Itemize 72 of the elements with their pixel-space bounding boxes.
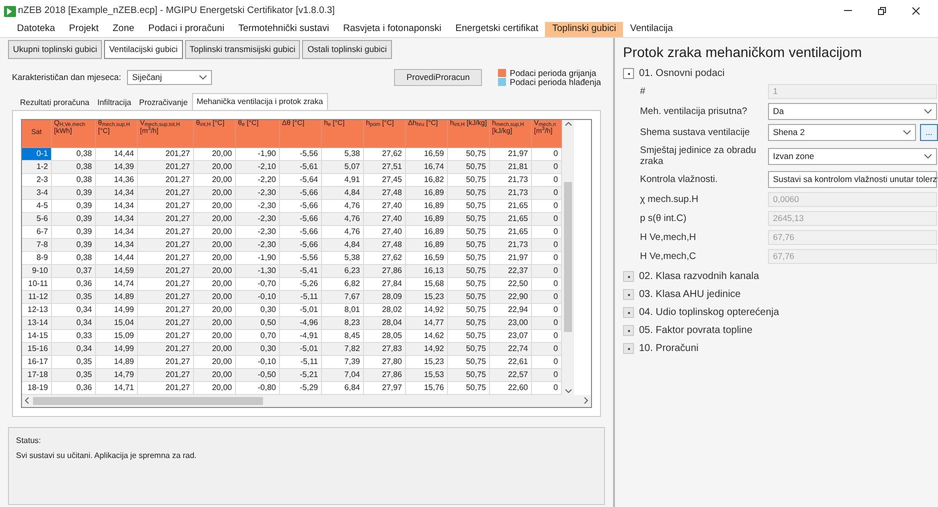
scroll-right-icon[interactable] (584, 397, 588, 404)
section-header[interactable]: 05. Faktor povrata topline (639, 323, 752, 338)
minimize-icon[interactable] (844, 10, 852, 12)
legend-label: Podaci perioda grijanja (510, 68, 596, 78)
result-tab[interactable]: Prozračivanje (135, 96, 192, 110)
result-tab[interactable]: Infiltracija (93, 96, 136, 110)
section-tab[interactable]: Ostali toplinski gubici (302, 40, 392, 59)
field-label: Smještaj jedinice za obradu zraka (640, 145, 758, 167)
menu-item[interactable]: Rasvjeta i fotonaponski (336, 22, 448, 37)
expand-toggle[interactable] (623, 271, 634, 282)
menu-item[interactable]: Zone (106, 22, 142, 37)
day-dropdown[interactable]: Siječanj (127, 70, 212, 86)
readonly-field: 67,76 (768, 230, 937, 245)
collapse-toggle[interactable] (623, 68, 634, 79)
horizontal-scrollbar[interactable] (22, 394, 591, 407)
result-tab[interactable]: Mehanička ventilacija i protok zraka (192, 92, 328, 110)
scroll-up-icon[interactable] (564, 122, 572, 126)
menu-item[interactable]: Datoteka (10, 22, 62, 37)
field-label: p s(θ int.C) (640, 213, 688, 224)
readonly-field: 1 (768, 84, 937, 99)
menu-item[interactable]: Ventilacija (623, 22, 680, 37)
app-logo-icon (4, 6, 16, 16)
section-header[interactable]: 02. Klasa razvodnih kanala (639, 269, 760, 284)
expand-toggle[interactable] (623, 289, 634, 300)
legend-label: Podaci perioda hlađenja (510, 78, 601, 87)
section-header[interactable]: 04. Udio toplinskog opterećenja (639, 305, 780, 320)
section-tab[interactable]: Ventilacijski gubici (104, 40, 183, 59)
result-tab[interactable]: Rezultati proračuna (16, 96, 94, 110)
panel-title: Protok zraka mehaničkom ventilacijom (623, 43, 863, 62)
field-label: Meh. ventilacija prisutna? (640, 106, 748, 117)
chevron-down-icon (924, 154, 932, 158)
readonly-field: 67,76 (768, 249, 937, 264)
expand-toggle[interactable] (623, 343, 634, 354)
menu-item[interactable]: Podaci i proračuni (141, 22, 232, 37)
menu-item[interactable]: Energetski certifikat (448, 22, 546, 37)
status-message: Svi sustavi su učitani. Aplikacija je spremna za rad. (16, 450, 198, 462)
chevron-down-icon (199, 75, 208, 80)
field-label: χ mech.sup.H (640, 194, 700, 205)
expand-toggle[interactable] (623, 307, 634, 318)
expand-toggle[interactable] (623, 325, 634, 336)
section-tab[interactable]: Ukupni toplinski gubici (8, 40, 102, 59)
menu-item[interactable]: Toplinski gubici (545, 22, 624, 37)
field-label: H Ve,mech,H (640, 232, 697, 243)
close-icon[interactable] (912, 7, 920, 15)
vertical-scrollbar[interactable] (562, 120, 574, 395)
field-label: Kontrola vlažnosti. (640, 174, 719, 185)
browse-button[interactable]: ... (920, 124, 938, 141)
dropdown-field[interactable]: Sustavi sa kontrolom vlažnosti unutar tolerz (768, 171, 937, 188)
field-label: H Ve,mech,C (640, 251, 697, 262)
day-label: Karakterističan dan mjeseca: (12, 71, 122, 84)
field-label: # (640, 86, 646, 97)
section-header[interactable]: 01. Osnovni podaci (639, 66, 725, 81)
dropdown-field[interactable]: Shena 2 (768, 124, 916, 141)
readonly-field: 0,0060 (768, 192, 937, 207)
chevron-down-icon (903, 130, 911, 135)
section-tab[interactable]: Toplinski transmisijski gubici (184, 40, 300, 59)
scroll-down-icon[interactable] (564, 388, 572, 393)
dropdown-field[interactable]: Da (768, 103, 937, 120)
row-header-cell[interactable]: 0-1 (22, 148, 52, 161)
readonly-field: 2645,13 (768, 211, 937, 226)
window-title: nZEB 2018 [Example_nZEB.ecp] - MGIPU Energetski Certifikator [v1.8.0.3] (18, 4, 335, 18)
field-label: Shema sustava ventilacije (640, 127, 751, 138)
chevron-down-icon (924, 109, 932, 114)
dropdown-field[interactable]: Izvan zone (768, 148, 937, 164)
menu-item[interactable]: Termotehnički sustavi (231, 22, 336, 37)
scroll-left-icon[interactable] (25, 397, 29, 404)
section-header[interactable]: 10. Proračuni (639, 341, 698, 356)
section-header[interactable]: 03. Klasa AHU jedinice (639, 287, 741, 302)
menu-item[interactable]: Projekt (62, 22, 106, 37)
restore-icon[interactable] (878, 7, 886, 15)
run-calculation-button[interactable]: ProvediProracun (394, 69, 482, 86)
status-label: Status: (16, 435, 42, 447)
